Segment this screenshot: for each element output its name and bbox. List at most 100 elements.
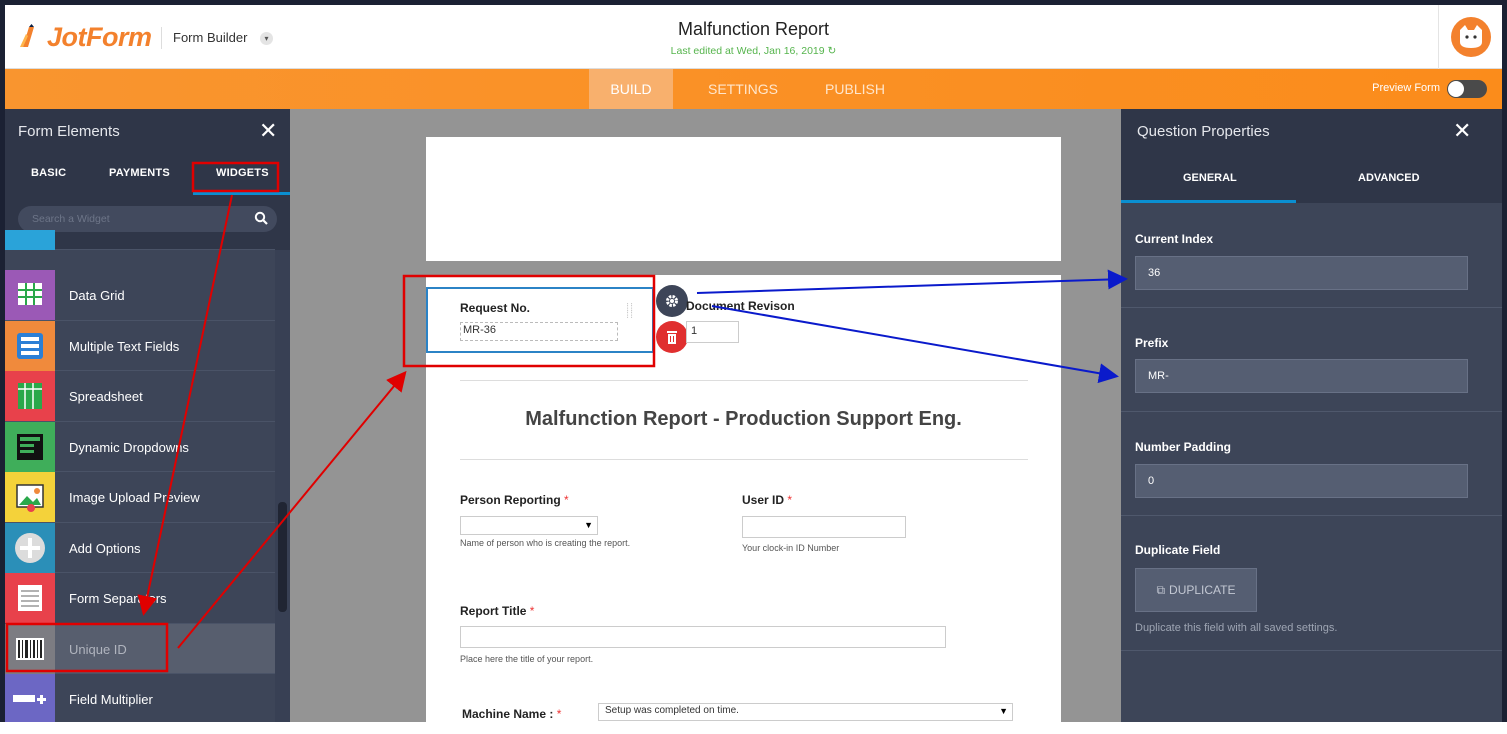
tab-basic[interactable]: BASIC xyxy=(31,167,66,179)
tab-widgets[interactable]: WIDGETS xyxy=(216,167,269,179)
widget-item-dynamic-dropdowns[interactable]: Dynamic Dropdowns xyxy=(5,421,275,472)
widget-item-image-upload-preview[interactable]: Image Upload Preview xyxy=(5,472,275,523)
duplicate-field-property: Duplicate Field ⧉ DUPLICATE Duplicate thi… xyxy=(1121,516,1502,651)
request-no-field[interactable]: Request No. MR-36 ⁞⁞ ⁞⁞ xyxy=(426,287,654,353)
jotform-builder-app: JotForm Form Builder ▾ Malfunction Repor… xyxy=(0,0,1507,734)
search-placeholder: Search a Widget xyxy=(32,213,110,225)
user-id-label: User ID * xyxy=(742,493,792,507)
widget-scrollbar[interactable] xyxy=(275,250,290,722)
duplicate-button[interactable]: ⧉ DUPLICATE xyxy=(1135,568,1257,612)
gear-icon xyxy=(666,295,678,307)
prefix-input[interactable]: MR- xyxy=(1135,359,1468,393)
request-no-input[interactable]: MR-36 xyxy=(460,322,618,341)
last-edited-text: Last edited at Wed, Jan 16, 2019 ↻ xyxy=(5,45,1502,57)
current-index-input[interactable]: 36 xyxy=(1135,256,1468,290)
widget-icon-partial xyxy=(5,230,55,250)
user-id-input[interactable] xyxy=(742,516,906,538)
report-title-label: Report Title * xyxy=(460,604,534,618)
duplicate-button-label: DUPLICATE xyxy=(1169,583,1236,597)
person-reporting-text: Person Reporting xyxy=(460,493,561,507)
preview-form-label: Preview Form xyxy=(1372,82,1440,94)
form-heading: Malfunction Report - Production Support … xyxy=(525,408,962,430)
close-icon[interactable]: ✕ xyxy=(1453,120,1471,142)
person-reporting-label: Person Reporting * xyxy=(460,493,569,507)
widget-item-add-options[interactable]: Add Options xyxy=(5,522,275,573)
document-revision-input[interactable]: 1 xyxy=(686,321,739,343)
field-multiplier-icon xyxy=(5,674,55,722)
search-icon[interactable] xyxy=(254,211,268,230)
refresh-icon[interactable]: ↻ xyxy=(828,45,837,57)
spreadsheet-icon xyxy=(5,371,55,421)
report-title-text: Report Title xyxy=(460,604,527,618)
widget-label: Spreadsheet xyxy=(69,389,143,404)
drag-handle-icon[interactable]: ⁞⁞ ⁞⁞ xyxy=(626,303,634,321)
widget-label: Image Upload Preview xyxy=(69,490,200,505)
form-title[interactable]: Malfunction Report xyxy=(5,19,1502,40)
close-icon[interactable]: ✕ xyxy=(259,120,277,142)
settings-gear-button[interactable] xyxy=(656,285,688,317)
widget-label: Add Options xyxy=(69,540,141,556)
dropdown-arrow-icon: ▼ xyxy=(999,706,1008,716)
report-title-sublabel: Place here the title of your report. xyxy=(460,654,594,664)
widget-label: Multiple Text Fields xyxy=(69,338,180,354)
tab-build[interactable]: BUILD xyxy=(589,69,673,109)
user-id-sublabel: Your clock-in ID Number xyxy=(742,543,840,553)
search-input[interactable]: Search a Widget xyxy=(18,206,277,232)
question-properties-panel: Question Properties ✕ GENERAL ADVANCED C… xyxy=(1121,109,1502,722)
toggle-knob xyxy=(1448,81,1464,97)
widget-item-data-grid[interactable]: Data Grid xyxy=(5,270,275,321)
person-reporting-sublabel: Name of person who is creating the repor… xyxy=(460,538,631,548)
tab-settings[interactable]: SETTINGS xyxy=(693,69,793,109)
number-padding-input[interactable]: 0 xyxy=(1135,464,1468,498)
tab-advanced[interactable]: ADVANCED xyxy=(1358,172,1420,184)
person-reporting-select[interactable]: ▼ xyxy=(460,516,598,535)
required-marker: * xyxy=(529,604,535,618)
widget-item-unique-id[interactable]: Unique ID xyxy=(5,623,275,674)
tab-publish[interactable]: PUBLISH xyxy=(813,69,897,109)
copy-icon: ⧉ xyxy=(1156,582,1166,597)
form-elements-header: Form Elements ✕ xyxy=(5,109,290,153)
data-grid-icon xyxy=(5,270,55,320)
current-index-property: Current Index 36 xyxy=(1121,203,1502,308)
properties-tabs: GENERAL ADVANCED xyxy=(1121,153,1502,203)
barcode-icon xyxy=(5,623,55,674)
required-marker: * xyxy=(556,707,562,721)
last-edited-label: Last edited at Wed, Jan 16, 2019 xyxy=(670,45,825,57)
window-bottom-edge xyxy=(0,722,1507,734)
widget-item-form-separators[interactable]: Form Separators xyxy=(5,573,275,624)
delete-field-button[interactable] xyxy=(656,321,688,353)
form-separators-icon xyxy=(5,573,55,623)
add-options-icon xyxy=(5,522,55,573)
request-no-label: Request No. xyxy=(460,301,531,315)
machine-name-select[interactable]: Setup was completed on time. ▼ xyxy=(598,703,1013,721)
divider xyxy=(460,380,1028,381)
widget-item-multiple-text-fields[interactable]: Multiple Text Fields xyxy=(5,320,275,371)
scroll-thumb[interactable] xyxy=(278,502,287,612)
image-upload-preview-icon xyxy=(5,472,55,522)
user-avatar-icon xyxy=(1450,17,1491,57)
current-index-label: Current Index xyxy=(1135,232,1214,246)
builder-nav-bar: BUILD SETTINGS PUBLISH Preview Form xyxy=(5,69,1502,109)
machine-name-value: Setup was completed on time. xyxy=(605,705,739,716)
preview-form-toggle[interactable] xyxy=(1447,80,1487,98)
tab-general[interactable]: GENERAL xyxy=(1183,172,1237,184)
form-elements-title: Form Elements xyxy=(18,123,120,140)
widget-item-spreadsheet[interactable]: Spreadsheet xyxy=(5,371,275,422)
machine-name-text: Machine Name : xyxy=(462,707,554,721)
number-padding-label: Number Padding xyxy=(1135,440,1232,454)
prefix-property: Prefix MR- xyxy=(1121,308,1502,412)
widget-label: Data Grid xyxy=(69,288,125,303)
report-title-input[interactable] xyxy=(460,626,946,648)
top-bar: JotForm Form Builder ▾ Malfunction Repor… xyxy=(5,5,1502,69)
dynamic-dropdowns-icon xyxy=(5,421,55,472)
avatar[interactable] xyxy=(1438,5,1502,69)
form-body-card: Request No. MR-36 ⁞⁞ ⁞⁞ Document Revison … xyxy=(426,275,1061,722)
form-header-card[interactable] xyxy=(426,137,1061,261)
machine-name-label: Machine Name : * xyxy=(462,707,561,721)
tab-payments[interactable]: PAYMENTS xyxy=(109,167,170,179)
form-canvas: Request No. MR-36 ⁞⁞ ⁞⁞ Document Revison … xyxy=(290,109,1121,722)
widget-label: Unique ID xyxy=(69,641,127,657)
widget-label: Field Multiplier xyxy=(69,692,153,707)
user-id-text: User ID xyxy=(742,493,785,507)
widget-item-field-multiplier[interactable]: Field Multiplier xyxy=(5,674,275,722)
